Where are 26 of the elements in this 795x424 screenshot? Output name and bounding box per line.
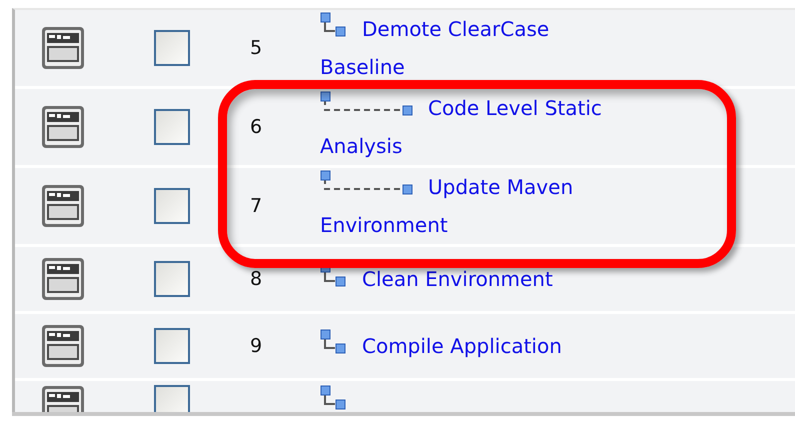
step-number: 8	[250, 268, 262, 290]
step-number: 9	[250, 335, 262, 357]
step-link[interactable]: Compile Application	[320, 327, 620, 365]
checkbox[interactable]	[154, 188, 190, 224]
step-number: 6	[250, 116, 262, 138]
window-icon[interactable]	[41, 257, 85, 301]
step-link[interactable]: Clean Environment	[320, 260, 620, 298]
step-link[interactable]: Update Maven Environment	[320, 168, 620, 244]
tree-node-icon	[320, 385, 348, 411]
tree-node-icon	[320, 329, 348, 355]
checkbox[interactable]	[154, 30, 190, 66]
tree-node-icon	[320, 12, 348, 38]
checkbox[interactable]	[154, 109, 190, 145]
step-number: 5	[250, 37, 262, 59]
checkbox[interactable]	[154, 328, 190, 364]
window-icon[interactable]	[41, 184, 85, 228]
window-icon[interactable]	[41, 324, 85, 368]
tree-node-icon	[320, 91, 414, 117]
window-icon[interactable]	[41, 26, 85, 70]
window-icon[interactable]	[41, 105, 85, 149]
step-link[interactable]: Demote ClearCase Baseline	[320, 10, 620, 86]
step-link[interactable]: Code Level Static Analysis	[320, 89, 620, 165]
tree-node-icon	[320, 170, 414, 196]
step-number: 7	[250, 195, 262, 217]
checkbox[interactable]	[154, 261, 190, 297]
checkbox[interactable]	[154, 385, 190, 414]
